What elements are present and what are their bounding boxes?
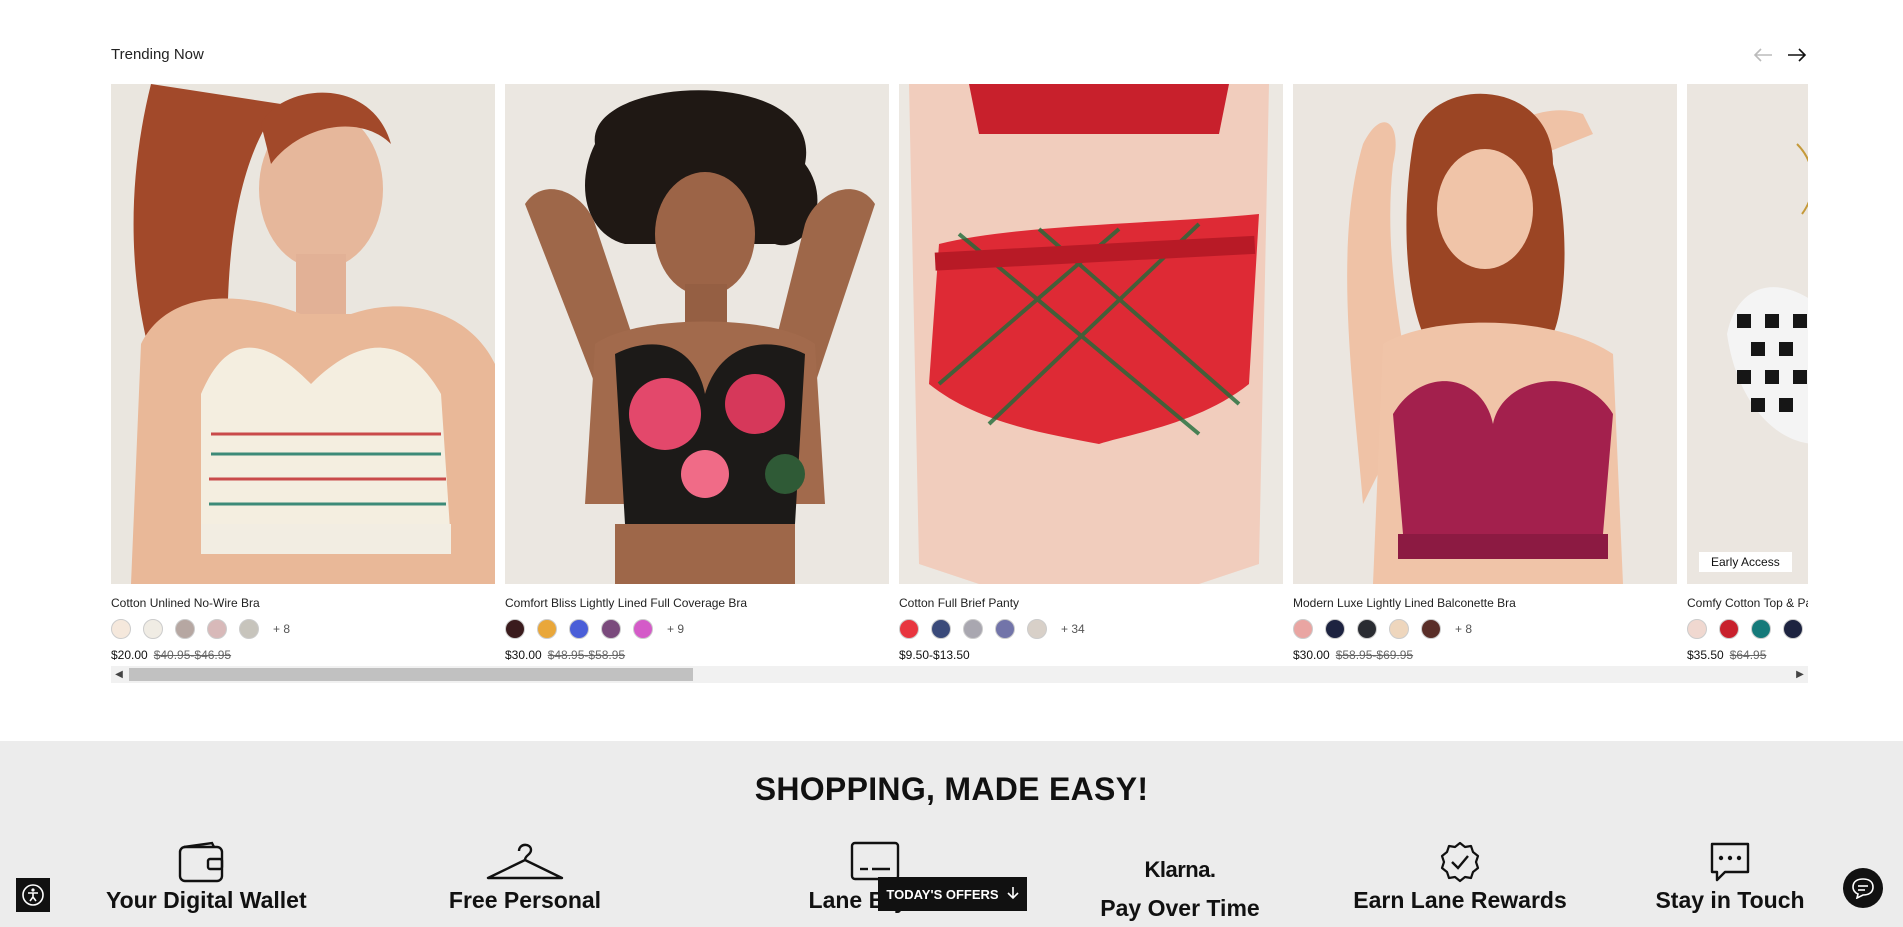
product-card[interactable]: Cotton Full Brief Panty + 34 $9.50-$13.5… (899, 84, 1283, 662)
product-image[interactable] (111, 84, 495, 584)
feature-label: Stay in Touch (1655, 887, 1805, 913)
scrollbar-thumb[interactable] (129, 668, 693, 681)
color-swatch[interactable] (1719, 619, 1739, 639)
original-price: $64.95 (1729, 648, 1767, 662)
product-price: $35.50 $64.95 (1687, 648, 1808, 662)
color-swatch[interactable] (1293, 619, 1313, 639)
prev-arrow-icon[interactable] (1752, 44, 1774, 66)
wallet-icon (106, 837, 296, 883)
chat-icon[interactable] (1843, 868, 1883, 908)
color-swatch[interactable] (899, 619, 919, 639)
sale-price: $30.00 (1293, 648, 1330, 662)
color-swatch[interactable] (505, 619, 525, 639)
carousel-controls (1752, 44, 1808, 66)
color-swatch[interactable] (633, 619, 653, 639)
message-icon (1630, 837, 1830, 883)
product-name[interactable]: Cotton Unlined No-Wire Bra (111, 596, 495, 610)
product-price: $30.00 $48.95-$58.95 (505, 648, 889, 662)
color-swatch[interactable] (1325, 619, 1345, 639)
klarna-logo-text: Klarna. (1144, 857, 1216, 882)
color-swatch[interactable] (569, 619, 589, 639)
color-swatch[interactable] (1687, 619, 1707, 639)
scroll-right-icon[interactable]: ▶ (1792, 666, 1808, 683)
color-swatch[interactable] (1751, 619, 1771, 639)
original-price: $40.95-$46.95 (153, 648, 232, 662)
section-title: Trending Now (111, 46, 204, 63)
color-swatch[interactable] (143, 619, 163, 639)
color-swatch[interactable] (175, 619, 195, 639)
product-name[interactable]: Cotton Full Brief Panty (899, 596, 1283, 610)
more-colors-link[interactable]: + 9 (667, 622, 684, 636)
product-price: $20.00 $40.95-$46.95 (111, 648, 495, 662)
accessibility-icon[interactable] (16, 878, 50, 912)
color-swatch[interactable] (601, 619, 621, 639)
feature-label: Your Digital Wallet (106, 887, 307, 913)
feature-label: Pay Over Time (1100, 895, 1260, 921)
horizontal-scrollbar[interactable]: ◀ ▶ (111, 666, 1808, 683)
color-swatch[interactable] (111, 619, 131, 639)
product-image[interactable] (505, 84, 889, 584)
sale-price: $20.00 (111, 648, 148, 662)
color-swatch[interactable] (995, 619, 1015, 639)
color-swatch[interactable] (1389, 619, 1409, 639)
color-swatches: + 8 (1293, 618, 1677, 640)
color-swatches: + 34 (899, 618, 1283, 640)
color-swatch[interactable] (1783, 619, 1803, 639)
feature-stay-in-touch[interactable]: Stay in Touch (1630, 837, 1830, 914)
product-card[interactable]: Early Access Comfy Cotton Top & Pa $35.5… (1687, 84, 1808, 662)
product-name[interactable]: Comfort Bliss Lightly Lined Full Coverag… (505, 596, 889, 610)
product-name[interactable]: Comfy Cotton Top & Pa (1687, 596, 1808, 610)
early-access-badge: Early Access (1699, 552, 1792, 572)
more-colors-link[interactable]: + 34 (1061, 622, 1085, 636)
product-image[interactable]: Early Access (1687, 84, 1808, 584)
original-price: $58.95-$69.95 (1335, 648, 1414, 662)
arrow-down-icon (1007, 886, 1019, 903)
product-card[interactable]: Cotton Unlined No-Wire Bra + 8 $20.00 $40… (111, 84, 495, 662)
product-card[interactable]: Comfort Bliss Lightly Lined Full Coverag… (505, 84, 889, 662)
color-swatch[interactable] (537, 619, 557, 639)
color-swatch[interactable] (931, 619, 951, 639)
color-swatch[interactable] (207, 619, 227, 639)
sale-price: $30.00 (505, 648, 542, 662)
feature-pay-over-time[interactable]: Klarna. Pay Over Time (1080, 837, 1280, 922)
product-track: Cotton Unlined No-Wire Bra + 8 $20.00 $40… (111, 84, 1808, 664)
sale-price: $9.50-$13.50 (899, 648, 970, 662)
color-swatches (1687, 618, 1808, 640)
todays-offers-button[interactable]: TODAY'S OFFERS (878, 877, 1027, 911)
product-image[interactable] (899, 84, 1283, 584)
next-arrow-icon[interactable] (1786, 44, 1808, 66)
color-swatch[interactable] (239, 619, 259, 639)
badge-check-icon (1340, 837, 1580, 883)
product-price: $9.50-$13.50 (899, 648, 1283, 662)
feature-lane-rewards[interactable]: Earn Lane Rewards (1340, 837, 1580, 914)
hanger-icon (400, 837, 650, 883)
color-swatches: + 9 (505, 618, 889, 640)
product-card[interactable]: Modern Luxe Lightly Lined Balconette Bra… (1293, 84, 1677, 662)
product-name[interactable]: Modern Luxe Lightly Lined Balconette Bra (1293, 596, 1677, 610)
product-image[interactable] (1293, 84, 1677, 584)
product-price: $30.00 $58.95-$69.95 (1293, 648, 1677, 662)
feature-digital-wallet[interactable]: Your Digital Wallet (106, 837, 307, 914)
sale-price: $35.50 (1687, 648, 1724, 662)
klarna-logo: Klarna. (1080, 837, 1280, 883)
todays-offers-label: TODAY'S OFFERS (886, 886, 999, 902)
color-swatches: + 8 (111, 618, 495, 640)
feature-personal-shopping[interactable]: Free Personal (400, 837, 650, 914)
more-colors-link[interactable]: + 8 (273, 622, 290, 636)
more-colors-link[interactable]: + 8 (1455, 622, 1472, 636)
scroll-left-icon[interactable]: ◀ (111, 666, 127, 683)
feature-label: Earn Lane Rewards (1353, 887, 1567, 913)
trending-section: Trending Now Cotton Unlined No-Wire Bra … (111, 0, 1808, 700)
color-swatch[interactable] (963, 619, 983, 639)
color-swatch[interactable] (1357, 619, 1377, 639)
color-swatch[interactable] (1421, 619, 1441, 639)
color-swatch[interactable] (1027, 619, 1047, 639)
section-heading: SHOPPING, MADE EASY! (754, 771, 1149, 807)
original-price: $48.95-$58.95 (547, 648, 626, 662)
feature-label: Free Personal (448, 887, 602, 913)
